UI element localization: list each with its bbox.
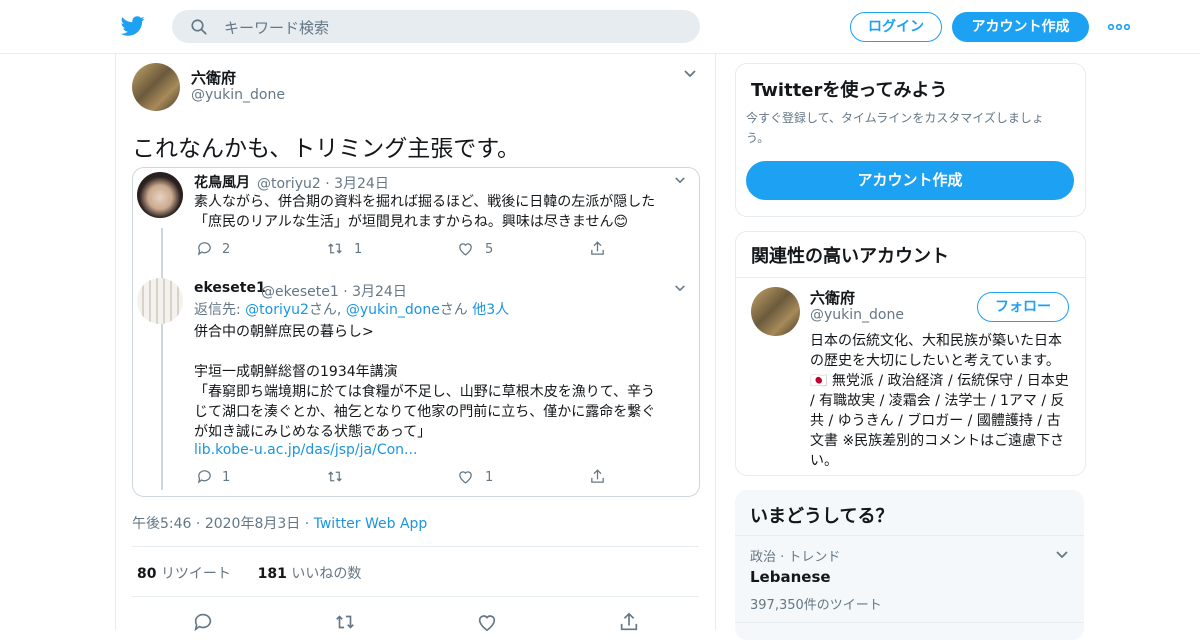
mention-link[interactable]: @toriyu2 [245,302,309,318]
trend-item[interactable]: 政治 · トレンド Lebanese 397,350件のツイート [735,536,1084,626]
reply-to-sep: さん, [308,302,346,318]
like-total[interactable]: 181 いいねの数 [258,566,362,582]
divider [736,277,1085,278]
reply-icon[interactable] [196,240,213,257]
others-link[interactable]: 他3人 [472,302,509,318]
signup-card-title: Twitterを使ってみよう [751,80,948,101]
divider [132,596,699,597]
trend-count: 397,350件のツイート [750,598,882,613]
tweet-text: これなんかも、トリミング主張です。 [132,136,521,162]
quote-text-2-line-4: 「春窮即ち端境期に於ては食糧が不足し、山野に草根木皮を漁りて、辛う [194,384,656,400]
signup-card-button[interactable]: アカウント作成 [746,161,1074,200]
divider [132,546,699,547]
top-bar: キーワード検索 ログイン アカウント作成 [0,0,1200,54]
retweet-count: 1 [354,242,363,257]
signup-card: Twitterを使ってみよう 今すぐ登録して、タイムラインをカスタマイズしましょ… [735,63,1086,217]
twitter-bird-icon[interactable] [120,14,146,38]
engagement-counts: 80 リツイート 181 いいねの数 [137,563,361,583]
chevron-down-icon[interactable] [674,284,686,293]
signup-card-desc-line-1: 今すぐ登録して、タイムラインをカスタマイズしましょ [746,111,1044,125]
more-icon[interactable] [1108,24,1130,30]
reply-count: 2 [222,242,231,257]
author-avatar[interactable] [132,63,180,111]
thread-line [161,228,163,490]
reply-count: 1 [222,470,231,485]
quote-handle-2: @ekesete1 · 3月24日 [261,284,407,300]
follow-button[interactable]: フォロー [977,292,1069,322]
author-name[interactable]: 六衛府 [191,67,236,88]
reply-to-line: 返信先: @toriyu2さん, @yukin_doneさん 他3人 [194,300,509,320]
quote-text-1-line-1: 素人ながら、併合期の資料を掘れば掘るほど、戦後に日韓の左派が隠した [194,194,656,210]
trends-title: いまどうしてる？ [750,506,894,527]
like-icon[interactable] [457,468,474,485]
retweet-icon[interactable] [326,468,344,485]
signup-card-desc: 今すぐ登録して、タイムラインをカスタマイズしましょ う。 [746,108,1044,148]
login-button[interactable]: ログイン [850,12,942,42]
external-link[interactable]: lib.kobe-u.ac.jp/das/jsp/ja/Con... [194,440,417,460]
tweet-date[interactable]: 2020年8月3日 [205,516,300,532]
trend-category: 政治 · トレンド [750,550,841,565]
search-bar[interactable]: キーワード検索 [172,10,700,43]
quote-handle-1: @toriyu2 · 3月24日 [257,176,389,192]
quote-name-1[interactable]: 花鳥風月 [194,172,250,192]
like-count: 5 [485,242,494,257]
signup-button[interactable]: アカウント作成 [952,12,1089,42]
reply-icon[interactable] [196,468,213,485]
reply-to-prefix: 返信先: [194,302,246,318]
search-input[interactable]: キーワード検索 [224,17,329,38]
search-icon [191,19,207,35]
retweet-total-label: リツイート [160,566,231,582]
quote-text-2-line-5: じて湖口を湊ぐとか、袖乞となりて他家の門前に立ち、僅かに露命を繋ぐ [194,404,656,420]
chevron-down-icon[interactable] [1055,550,1069,560]
like-total-label: いいねの数 [291,566,362,582]
chevron-down-icon[interactable] [683,69,697,79]
mention-link[interactable]: @yukin_done [346,302,440,318]
signup-card-desc-line-2: う。 [746,131,770,145]
like-icon[interactable] [457,240,474,257]
chevron-down-icon[interactable] [674,176,686,185]
author-handle[interactable]: @yukin_done [191,87,285,103]
quote-avatar-2[interactable] [137,278,183,324]
quote-text-2-line-6: が如き誠にみじめなる状態であって」 [194,424,432,440]
tweet-source[interactable]: Twitter Web App [314,516,428,532]
tweet-time[interactable]: 午後5:46 [132,516,191,532]
related-accounts-title: 関連性の高いアカウント [751,246,949,267]
quote-text-2-line-1: 併合中の朝鮮庶民の暮らし> [194,324,374,340]
retweet-total[interactable]: 80 リツイート [137,566,231,582]
related-name[interactable]: 六衛府 [810,287,855,308]
quoted-thread[interactable]: 花鳥風月 @toriyu2 · 3月24日 素人ながら、併合期の資料を掘れば掘る… [132,167,700,497]
share-icon[interactable] [589,468,606,485]
related-avatar[interactable] [751,287,800,336]
quote-text-2-line-3: 宇垣一成朝鮮総督の1934年講演 [194,364,398,380]
share-icon[interactable] [589,240,606,257]
tweet-meta: 午後5:46 · 2020年8月3日 · Twitter Web App [132,516,428,532]
quote-text-1-line-2: 「庶民のリアルな生活」が垣間見れますからね。興味は尽きません😊 [194,214,629,230]
quote-name-2[interactable]: ekesete1 [194,280,266,296]
tweet-detail: 六衛府 @yukin_done これなんかも、トリミング主張です。 花鳥風月 @… [115,53,716,632]
retweet-icon[interactable] [326,240,344,257]
like-count: 1 [485,470,494,485]
trends-card: いまどうしてる？ 政治 · トレンド Lebanese 397,350件のツイー… [735,490,1084,640]
like-total-number: 181 [257,566,287,582]
related-handle[interactable]: @yukin_done [810,307,904,323]
quote-avatar-1[interactable] [137,172,183,218]
trend-name: Lebanese [750,568,831,586]
divider [735,622,1084,623]
related-accounts-card: 関連性の高いアカウント 六衛府 @yukin_done フォロー 日本の伝統文化… [735,231,1086,476]
reply-to-suffix: さん [439,302,473,318]
related-bio: 日本の伝統文化、大和民族が築いた日本の歴史を大切にしたいと考えています。🇯🇵 無… [810,333,1069,469]
retweet-total-number: 80 [137,566,157,582]
